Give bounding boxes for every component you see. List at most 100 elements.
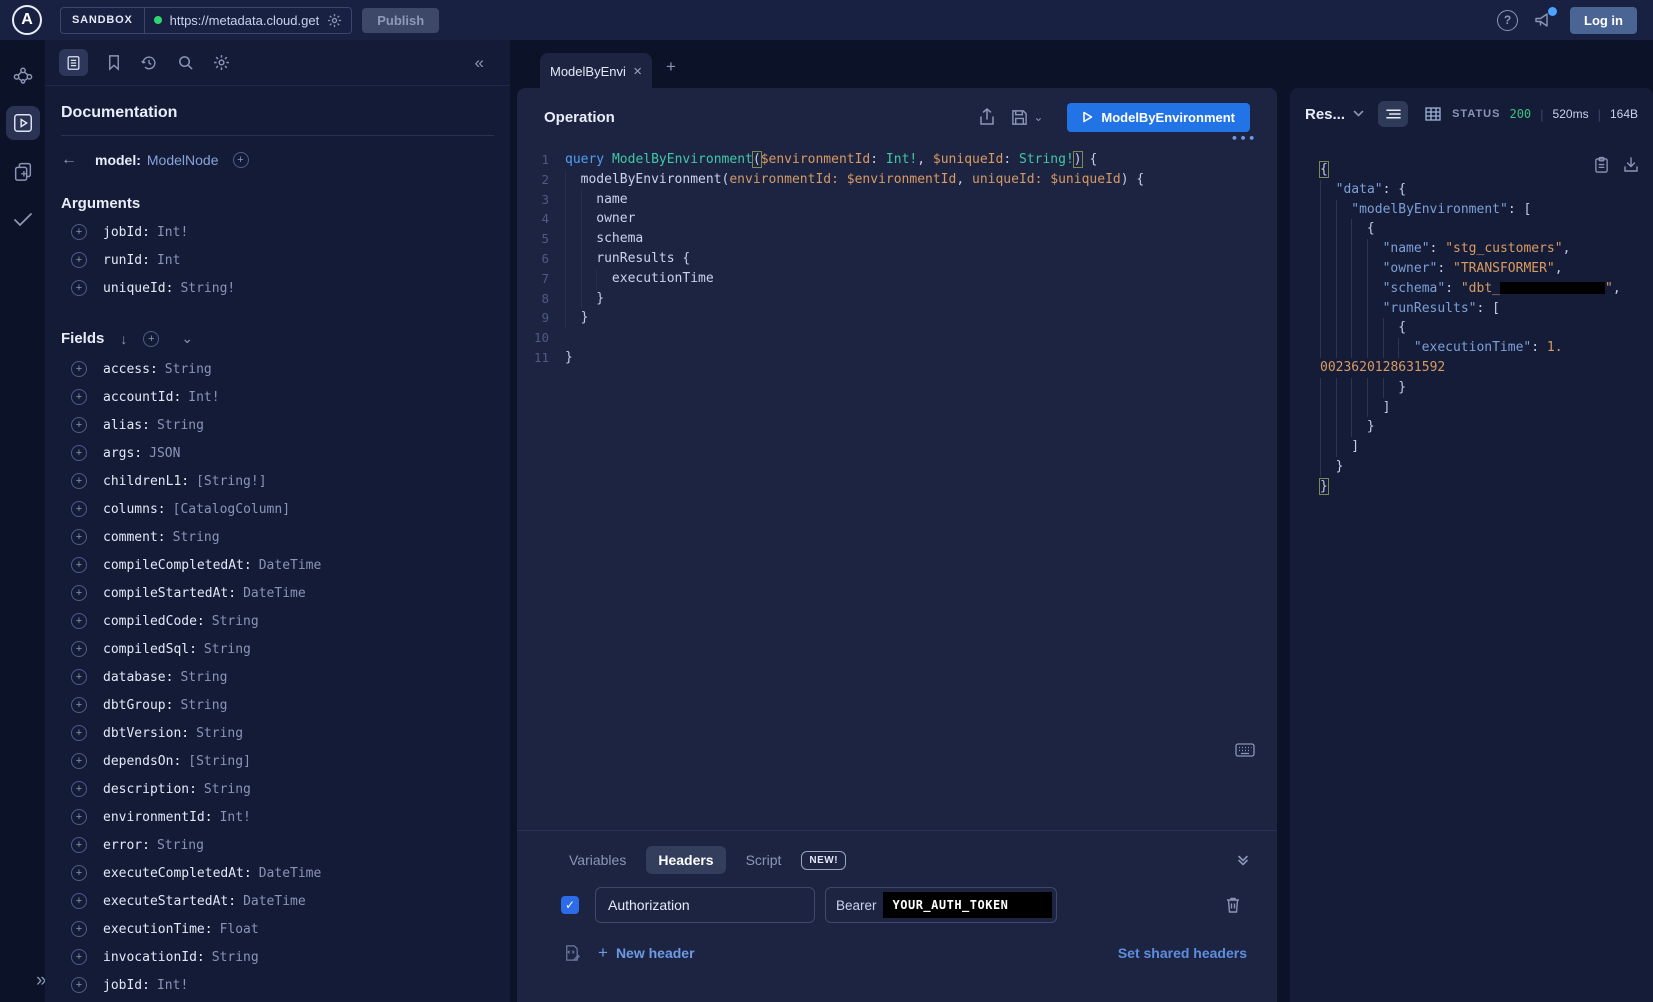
- endpoint-settings-gear-icon[interactable]: [327, 13, 342, 28]
- keyboard-shortcuts-icon[interactable]: [1235, 743, 1255, 757]
- add-field-icon[interactable]: +: [71, 781, 87, 797]
- add-field-icon[interactable]: +: [71, 252, 87, 268]
- argument-item[interactable]: +runId:Int: [61, 246, 494, 274]
- run-operation-button[interactable]: ModelByEnvironment: [1067, 103, 1250, 132]
- field-item[interactable]: +accountId:Int!: [61, 383, 494, 411]
- schema-graph-icon[interactable]: [6, 58, 40, 92]
- response-line[interactable]: }: [1320, 417, 1647, 437]
- field-item[interactable]: +childrenL1:[String!]: [61, 467, 494, 495]
- help-icon[interactable]: ?: [1497, 10, 1518, 31]
- add-all-fields-icon[interactable]: +: [143, 331, 159, 347]
- field-item[interactable]: +executeCompletedAt:DateTime: [61, 859, 494, 887]
- field-type[interactable]: [String]: [188, 754, 251, 769]
- field-type[interactable]: DateTime: [259, 558, 322, 573]
- publish-button[interactable]: Publish: [362, 8, 439, 33]
- code-line[interactable]: 5schema: [517, 229, 1277, 249]
- apollo-logo-icon[interactable]: A: [12, 5, 42, 35]
- code-line[interactable]: 11}: [517, 348, 1277, 368]
- add-field-icon[interactable]: +: [71, 725, 87, 741]
- operation-collections-icon[interactable]: [6, 154, 40, 188]
- save-operation-group[interactable]: ⌄: [1011, 109, 1043, 126]
- auth-token-value[interactable]: YOUR_AUTH_TOKEN: [883, 892, 1052, 918]
- field-item[interactable]: +columns:[CatalogColumn]: [61, 495, 494, 523]
- field-type[interactable]: String: [157, 418, 204, 433]
- field-type[interactable]: String: [204, 782, 251, 797]
- query-editor[interactable]: ••• 1query ModelByEnvironment($environme…: [517, 146, 1277, 368]
- add-field-icon[interactable]: +: [71, 280, 87, 296]
- add-field-icon[interactable]: +: [71, 224, 87, 240]
- argument-item[interactable]: +jobId:Int!: [61, 218, 494, 246]
- add-field-icon[interactable]: +: [71, 837, 87, 853]
- tab-variables[interactable]: Variables: [557, 846, 638, 874]
- add-field-icon[interactable]: +: [71, 753, 87, 769]
- add-field-icon[interactable]: +: [71, 893, 87, 909]
- set-shared-headers-link[interactable]: Set shared headers: [1118, 945, 1247, 961]
- field-item[interactable]: +compiledSql:String: [61, 635, 494, 663]
- editor-overflow-menu-icon[interactable]: •••: [1231, 132, 1257, 145]
- field-type[interactable]: Int!: [220, 810, 251, 825]
- field-type[interactable]: String: [212, 950, 259, 965]
- add-field-icon[interactable]: +: [71, 641, 87, 657]
- save-chevron-icon[interactable]: ⌄: [1033, 110, 1043, 124]
- field-item[interactable]: +environmentId:Int!: [61, 803, 494, 831]
- tab-script[interactable]: Script: [734, 846, 794, 874]
- response-title-dropdown[interactable]: Res...: [1305, 106, 1345, 123]
- table-view-icon[interactable]: [1418, 101, 1448, 127]
- add-field-icon[interactable]: +: [71, 613, 87, 629]
- formatted-view-icon[interactable]: [1378, 101, 1408, 127]
- field-item[interactable]: +description:String: [61, 775, 494, 803]
- new-tab-button[interactable]: +: [666, 57, 676, 77]
- response-line[interactable]: "executionTime": 1.: [1320, 338, 1647, 358]
- code-line[interactable]: 1query ModelByEnvironment($environmentId…: [517, 150, 1277, 170]
- response-json[interactable]: {"data": {"modelByEnvironment": [{"name"…: [1290, 140, 1653, 497]
- endpoint-url-input[interactable]: https://metadata.cloud.get: [145, 8, 352, 33]
- field-item[interactable]: +comment:String: [61, 523, 494, 551]
- add-field-icon[interactable]: +: [71, 585, 87, 601]
- code-line[interactable]: 2modelByEnvironment(environmentId: $envi…: [517, 170, 1277, 190]
- field-type[interactable]: DateTime: [259, 866, 322, 881]
- settings-gear-icon[interactable]: [213, 54, 230, 71]
- field-item[interactable]: +args:JSON: [61, 439, 494, 467]
- field-type[interactable]: Int!: [157, 225, 188, 240]
- close-tab-icon[interactable]: ×: [633, 63, 642, 80]
- breadcrumb-type-link[interactable]: ModelNode: [147, 152, 219, 168]
- field-type[interactable]: String: [212, 614, 259, 629]
- download-response-icon[interactable]: [1623, 156, 1639, 174]
- add-field-icon[interactable]: +: [71, 417, 87, 433]
- add-field-icon[interactable]: +: [233, 152, 249, 168]
- argument-item[interactable]: +uniqueId:String!: [61, 274, 494, 302]
- field-item[interactable]: +error:String: [61, 831, 494, 859]
- field-type[interactable]: String!: [180, 281, 235, 296]
- response-line[interactable]: ]: [1320, 437, 1647, 457]
- response-line[interactable]: "name": "stg_customers",: [1320, 239, 1647, 259]
- tab-headers[interactable]: Headers: [646, 846, 725, 874]
- response-line[interactable]: "modelByEnvironment": [: [1320, 200, 1647, 220]
- field-type[interactable]: DateTime: [243, 586, 306, 601]
- share-operation-icon[interactable]: [979, 108, 995, 126]
- code-line[interactable]: 7executionTime: [517, 269, 1277, 289]
- field-item[interactable]: +compiledCode:String: [61, 607, 494, 635]
- response-line[interactable]: 0023620128631592: [1320, 358, 1647, 378]
- field-type[interactable]: DateTime: [243, 894, 306, 909]
- add-field-icon[interactable]: +: [71, 977, 87, 993]
- field-item[interactable]: +executionTime:Float: [61, 915, 494, 943]
- field-type[interactable]: String: [157, 838, 204, 853]
- preflight-script-icon[interactable]: [563, 944, 580, 962]
- add-field-icon[interactable]: +: [71, 865, 87, 881]
- field-item[interactable]: +dbtGroup:String: [61, 691, 494, 719]
- field-type[interactable]: [String!]: [196, 474, 266, 489]
- field-item[interactable]: +dependsOn:[String]: [61, 747, 494, 775]
- operation-tab[interactable]: ModelByEnvi... ×: [540, 53, 652, 89]
- response-line[interactable]: }: [1320, 457, 1647, 477]
- endpoint-url-group[interactable]: SANDBOX https://metadata.cloud.get: [60, 7, 352, 34]
- login-button[interactable]: Log in: [1570, 7, 1637, 34]
- field-type[interactable]: Float: [220, 922, 259, 937]
- announcements-megaphone-icon[interactable]: [1534, 11, 1554, 29]
- header-enabled-checkbox[interactable]: ✓: [561, 896, 579, 914]
- back-arrow-icon[interactable]: ←: [61, 151, 95, 169]
- sort-fields-icon[interactable]: ↓: [120, 331, 127, 347]
- field-item[interactable]: +jobId:Int!: [61, 971, 494, 999]
- response-line[interactable]: "owner": "TRANSFORMER",: [1320, 259, 1647, 279]
- fields-chevron-icon[interactable]: ⌄: [181, 330, 193, 347]
- code-line[interactable]: 8}: [517, 289, 1277, 309]
